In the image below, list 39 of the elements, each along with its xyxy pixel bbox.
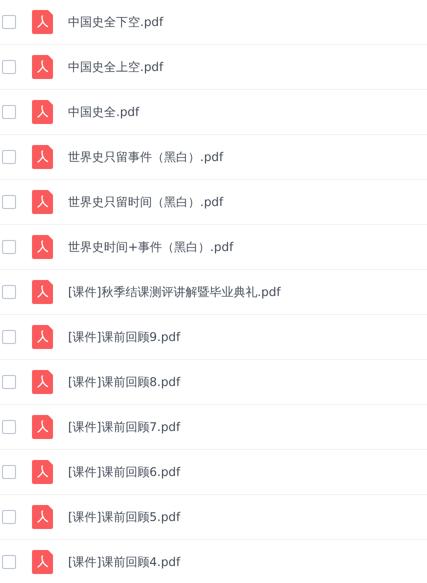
pdf-file-icon — [32, 280, 53, 304]
file-name[interactable]: [课件]课前回顾6.pdf — [68, 464, 180, 480]
checkbox[interactable] — [2, 375, 16, 389]
checkbox[interactable] — [2, 60, 16, 74]
file-name[interactable]: 中国史全.pdf — [68, 104, 140, 120]
checkbox[interactable] — [2, 15, 16, 29]
file-name[interactable]: 世界史只留事件（黑白）.pdf — [68, 148, 224, 166]
file-name[interactable]: [课件]课前回顾8.pdf — [68, 374, 180, 390]
pdf-file-icon — [32, 145, 53, 169]
file-name[interactable]: [课件]课前回顾9.pdf — [68, 328, 180, 346]
checkbox[interactable] — [2, 285, 16, 299]
file-name[interactable]: 世界史只留时间（黑白）.pdf — [68, 194, 224, 210]
checkbox[interactable] — [2, 510, 16, 524]
pdf-file-icon — [32, 415, 53, 439]
pdf-file-icon — [32, 235, 53, 259]
file-name[interactable]: 中国史全下空.pdf — [68, 14, 164, 30]
file-name[interactable]: [课件]秋季结课测评讲解暨毕业典礼.pdf — [68, 284, 281, 300]
checkbox[interactable] — [2, 195, 16, 209]
file-name[interactable]: 世界史时间+事件（黑白）.pdf — [68, 238, 234, 256]
file-name[interactable]: [课件]课前回顾4.pdf — [68, 554, 180, 570]
pdf-file-icon — [32, 370, 53, 394]
checkbox[interactable] — [2, 105, 16, 119]
checkbox[interactable] — [2, 555, 16, 569]
file-name[interactable]: 中国史全上空.pdf — [68, 58, 164, 76]
pdf-file-icon — [32, 100, 53, 124]
checkbox[interactable] — [2, 150, 16, 164]
pdf-file-icon — [32, 55, 53, 79]
pdf-file-icon — [32, 190, 53, 214]
pdf-file-icon — [32, 325, 53, 349]
pdf-file-icon — [32, 505, 53, 529]
file-name[interactable]: [课件]课前回顾5.pdf — [68, 508, 180, 526]
checkbox[interactable] — [2, 330, 16, 344]
checkbox[interactable] — [2, 465, 16, 479]
pdf-file-icon — [32, 460, 53, 484]
pdf-file-icon — [32, 550, 53, 574]
checkbox[interactable] — [2, 420, 16, 434]
checkbox[interactable] — [2, 240, 16, 254]
pdf-file-icon — [32, 10, 53, 34]
file-name[interactable]: [课件]课前回顾7.pdf — [68, 418, 180, 436]
